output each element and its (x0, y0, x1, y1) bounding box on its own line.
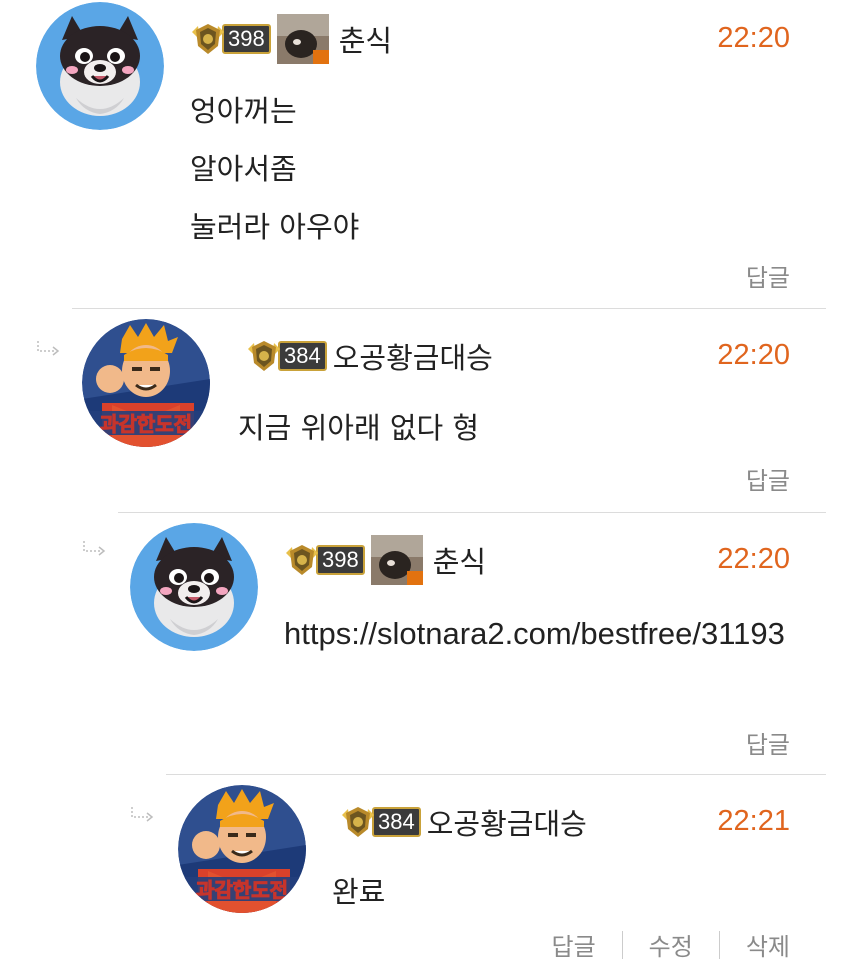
level-number: 398 (222, 24, 271, 54)
reply-button[interactable]: 답글 (746, 258, 790, 293)
reply-button[interactable]: 답글 (746, 725, 790, 760)
level-number: 398 (316, 545, 365, 575)
action-separator (621, 930, 623, 959)
hero-avatar-icon (178, 785, 306, 913)
action-separator (718, 930, 720, 959)
level-emblem-icon (284, 543, 320, 577)
dog-avatar-icon (36, 2, 164, 130)
comment-header: 398 춘식 (284, 535, 486, 585)
edit-button[interactable]: 수정 (649, 927, 693, 962)
comment-header: 384 오공황금대승 (246, 331, 493, 381)
level-badge: 398 (190, 22, 271, 56)
level-number: 384 (278, 341, 327, 371)
dog-avatar-icon (130, 523, 258, 651)
comment-link[interactable]: https://slotnara2.com/bestfree/31193 (284, 605, 804, 663)
level-badge: 384 (340, 805, 421, 839)
comment-time: 22:20 (717, 22, 790, 54)
comment-body: 완료 (332, 875, 386, 909)
user-photo-icon (371, 535, 423, 585)
user-avatar[interactable] (178, 785, 306, 913)
user-avatar[interactable] (36, 2, 164, 130)
comment-time: 22:21 (717, 805, 790, 837)
comment-time: 22:20 (717, 339, 790, 371)
level-emblem-icon (246, 339, 282, 373)
comment-actions: 답글 (746, 461, 790, 496)
nickname[interactable]: 오공황금대승 (333, 335, 493, 377)
nickname[interactable]: 오공황금대승 (427, 801, 587, 843)
hero-avatar-icon (82, 319, 210, 447)
comment-4: 384 오공황금대승 22:21 완료 답글 수정 삭제 (0, 775, 850, 974)
nickname[interactable]: 춘식 (433, 539, 486, 581)
user-avatar[interactable] (130, 523, 258, 651)
nickname[interactable]: 춘식 (339, 18, 392, 60)
level-emblem-icon (190, 22, 226, 56)
comment-actions: 답글 (746, 725, 790, 760)
reply-arrow-icon (128, 805, 156, 823)
comment-body: 엉아꺼는 알아서좀 눌러라 아우야 (190, 94, 360, 244)
level-badge: 384 (246, 339, 327, 373)
level-number: 384 (372, 807, 421, 837)
comment-header: 398 춘식 (190, 14, 392, 64)
comment-actions: 답글 수정 삭제 (551, 927, 790, 962)
reply-button[interactable]: 답글 (746, 461, 790, 496)
delete-button[interactable]: 삭제 (746, 927, 790, 962)
reply-arrow-icon (80, 539, 108, 557)
reply-button[interactable]: 답글 (551, 927, 595, 962)
comment-header: 384 오공황금대승 (340, 797, 587, 847)
comment-1: 398 춘식 22:20 엉아꺼는 알아서좀 눌러라 아우야 답글 (0, 0, 850, 305)
comment-body: 지금 위아래 없다 형 (238, 411, 480, 445)
comment-time: 22:20 (717, 543, 790, 575)
level-emblem-icon (340, 805, 376, 839)
reply-arrow-icon (34, 339, 62, 357)
comment-3: 398 춘식 22:20 https://slotnara2.com/bestf… (0, 513, 850, 773)
user-photo-icon (277, 14, 329, 64)
comment-2: 384 오공황금대승 22:20 지금 위아래 없다 형 답글 (0, 309, 850, 511)
user-avatar[interactable] (82, 319, 210, 447)
comment-actions: 답글 (746, 258, 790, 293)
level-badge: 398 (284, 543, 365, 577)
